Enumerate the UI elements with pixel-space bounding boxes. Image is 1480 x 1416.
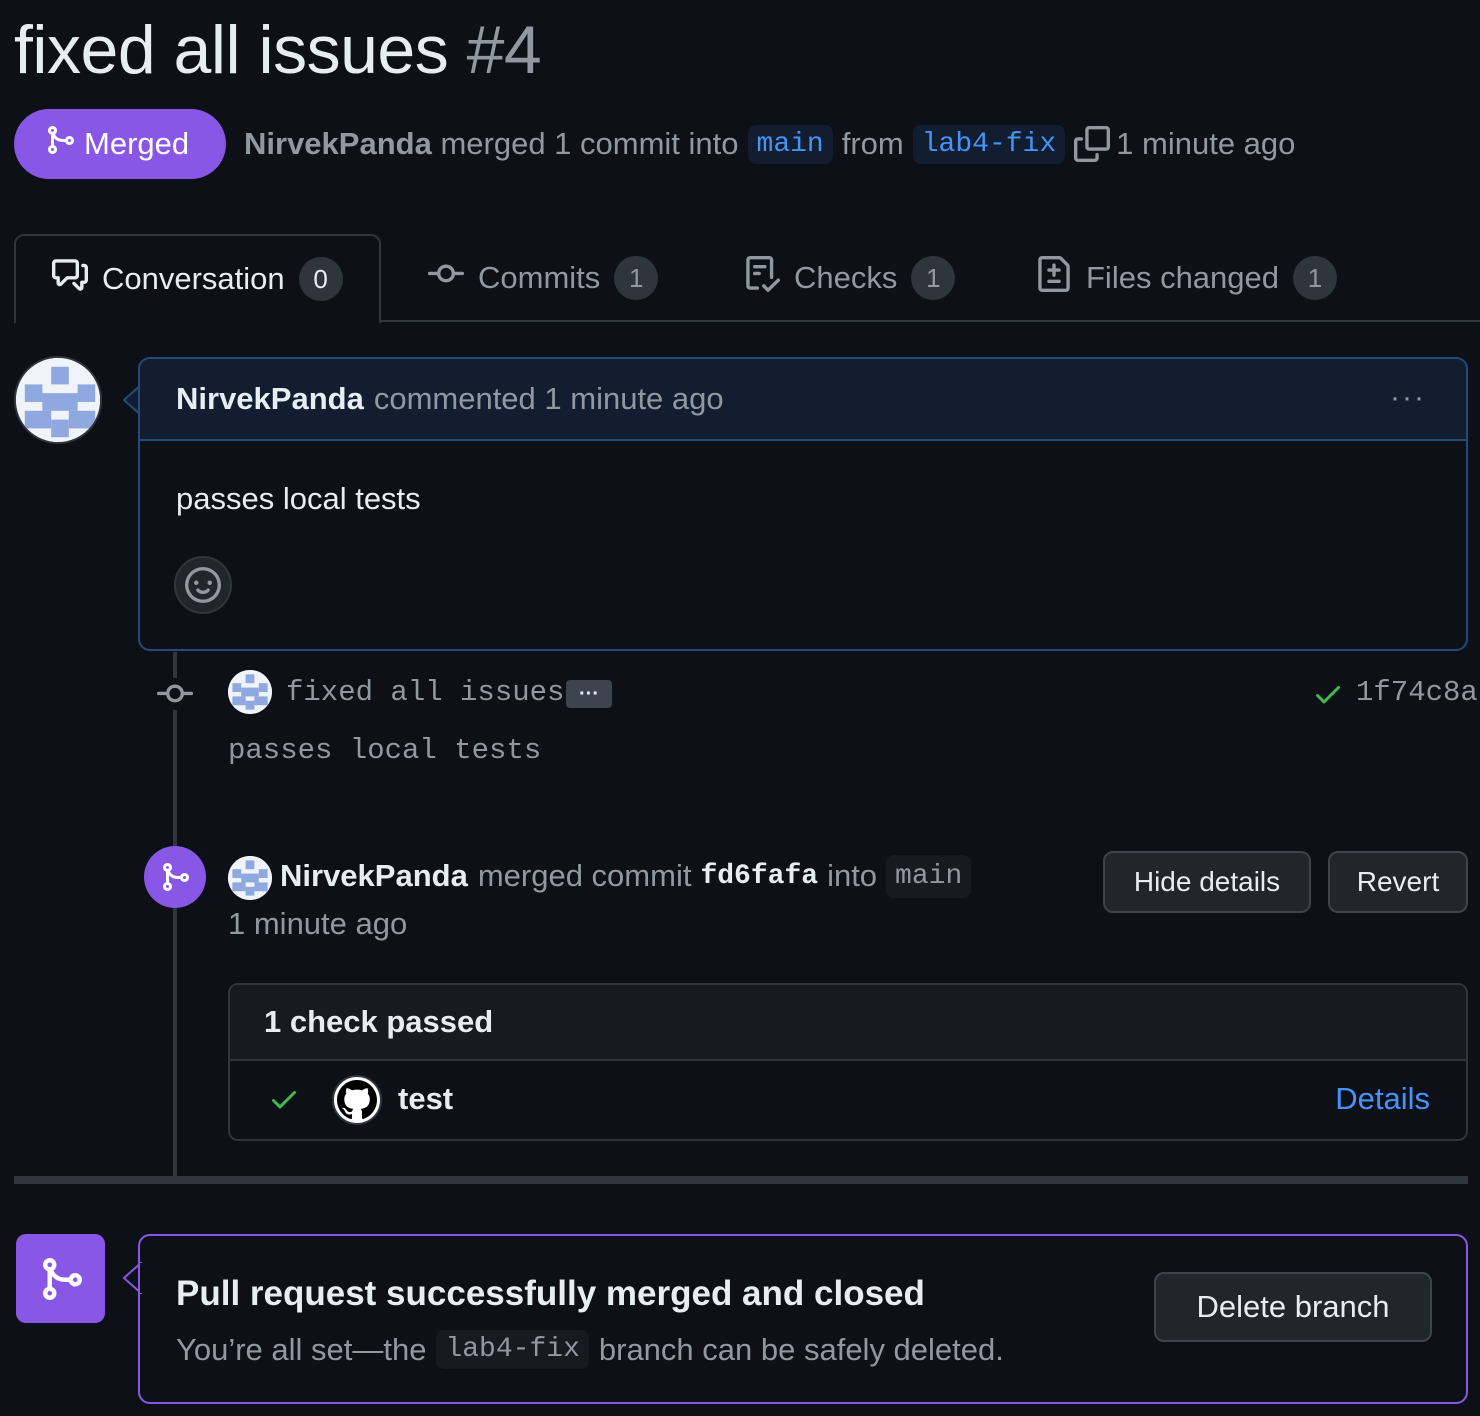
from-text: from: [841, 126, 904, 161]
timeline-line: [173, 652, 177, 1178]
comment-author[interactable]: NirvekPanda: [176, 381, 364, 417]
check-details-link[interactable]: Details: [1335, 1081, 1430, 1117]
revert-button[interactable]: Revert: [1328, 851, 1468, 913]
check-icon[interactable]: [1312, 678, 1344, 715]
git-merge-icon: [144, 846, 206, 908]
tab-label: Commits: [478, 260, 601, 295]
check-name: test: [398, 1081, 454, 1116]
timeline-divider: [14, 1176, 1468, 1184]
git-merge-icon: [44, 124, 76, 164]
commit-expand-button[interactable]: ···: [566, 680, 612, 708]
tab-label: Checks: [794, 260, 898, 295]
merge-event-time: 1 minute ago: [228, 906, 408, 941]
tab-files-changed[interactable]: Files changed 1: [1036, 234, 1338, 322]
merge-time: 1 minute ago: [1116, 126, 1296, 161]
merged-status-box: Pull request successfully merged and clo…: [138, 1234, 1468, 1404]
tab-commits[interactable]: Commits 1: [428, 234, 659, 322]
tab-counter: 0: [298, 257, 343, 301]
commit-icon: [156, 678, 194, 710]
commit-icon: [428, 256, 464, 300]
state-label: Merged: [84, 126, 190, 161]
merged-status-subtitle: You’re all set—the lab4-fix branch can b…: [176, 1330, 1004, 1369]
pr-title: fixed all issues #4: [14, 10, 542, 90]
merge-author[interactable]: NirvekPanda: [280, 858, 468, 894]
comment-discussion-icon: [52, 257, 88, 301]
tab-checks[interactable]: Checks 1: [744, 234, 956, 322]
avatar[interactable]: [14, 356, 102, 444]
tab-counter: 1: [1293, 256, 1338, 300]
merge-commit-sha[interactable]: fd6fafa: [700, 861, 818, 892]
checks-box: 1 check passed test Details: [228, 983, 1468, 1141]
delete-branch-button[interactable]: Delete branch: [1154, 1272, 1432, 1342]
tab-counter: 1: [614, 256, 659, 300]
github-icon: [332, 1075, 382, 1125]
file-diff-icon: [1036, 256, 1072, 300]
hide-details-button[interactable]: Hide details: [1103, 851, 1311, 913]
merged-state-badge: Merged: [14, 109, 226, 179]
commit-sha[interactable]: 1f74c8a: [1356, 676, 1478, 709]
smiley-icon[interactable]: [174, 556, 232, 614]
check-icon: [268, 1083, 300, 1120]
git-merge-icon: [16, 1234, 105, 1323]
comment-header: NirvekPanda commented 1 minute ago ···: [140, 359, 1466, 441]
avatar[interactable]: [228, 856, 272, 900]
avatar[interactable]: [228, 670, 272, 714]
merge-event-text: merged commit: [477, 858, 692, 893]
merge-text: merged 1 commit into: [440, 126, 739, 161]
pr-title-text: fixed all issues: [14, 12, 449, 88]
merged-head-branch[interactable]: lab4-fix: [436, 1330, 589, 1369]
commit-description: passes local tests: [228, 734, 542, 767]
checklist-icon: [744, 256, 781, 300]
merged-subtitle-after: branch can be safely deleted.: [598, 1331, 1004, 1367]
check-row: test Details: [230, 1061, 1466, 1139]
merge-event: NirvekPanda merged commit fd6fafa into m…: [280, 852, 972, 900]
copy-icon[interactable]: [1074, 126, 1111, 162]
base-branch[interactable]: main: [747, 124, 833, 164]
tab-conversation[interactable]: Conversation 0: [14, 234, 381, 324]
commit-title[interactable]: fixed all issues: [286, 676, 564, 709]
checks-summary: 1 check passed: [230, 985, 1466, 1061]
merge-target-branch[interactable]: main: [886, 854, 972, 898]
head-branch[interactable]: lab4-fix: [912, 124, 1066, 164]
kebab-horizontal-icon[interactable]: ···: [1390, 381, 1426, 415]
tab-label: Files changed: [1086, 260, 1280, 295]
comment-body: passes local tests: [176, 481, 421, 516]
merge-event-into: into: [827, 858, 878, 893]
tab-counter: 1: [911, 256, 956, 300]
merge-summary: NirvekPanda merged 1 commit into main fr…: [244, 118, 1295, 170]
pr-tabs: Conversation 0 Commits 1 Checks 1 Files …: [14, 234, 1480, 324]
merged-subtitle-before: You’re all set—the: [176, 1331, 427, 1367]
comment-meta: commented 1 minute ago: [373, 381, 724, 416]
tab-label: Conversation: [102, 261, 285, 296]
merged-status-title: Pull request successfully merged and clo…: [176, 1274, 925, 1313]
author-link[interactable]: NirvekPanda: [244, 126, 432, 162]
pr-number: #4: [466, 12, 542, 88]
comment-box: NirvekPanda commented 1 minute ago ··· p…: [138, 357, 1468, 651]
